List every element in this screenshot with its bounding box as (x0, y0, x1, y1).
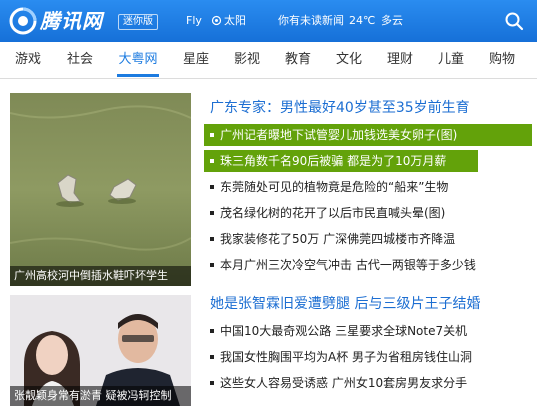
list-item[interactable]: 东莞随处可见的植物竟是危险的“船来”生物 (210, 176, 448, 198)
image-caption: 张靓颖身常有淤青 疑被冯轲控制 (10, 386, 191, 406)
section2-headline[interactable]: 她是张智霖旧爱遭劈腿 后与三级片王子结婚 (210, 293, 480, 313)
brand-title[interactable]: 腾讯网 (40, 7, 103, 35)
channel-nav: 游戏 社会 大粤网 星座 影视 教育 文化 理财 儿童 购物 (0, 42, 537, 79)
nav-item-dayue[interactable]: 大粤网 (114, 42, 162, 78)
bullet-icon (210, 236, 214, 241)
bullet-icon (210, 158, 214, 163)
bullet-icon (210, 262, 214, 267)
list-item[interactable]: 本月广州三次冷空气冲击 古代一两银等于多少钱 (210, 254, 476, 276)
nav-item-shopping[interactable]: 购物 (480, 42, 524, 78)
list-item[interactable]: 这些女人容易受诱惑 广州女10套房男友求分手 (210, 372, 467, 394)
nav-item-society[interactable]: 社会 (58, 42, 102, 78)
weather-label: 太阳 (224, 14, 246, 27)
nav-active-indicator (117, 74, 159, 77)
search-icon[interactable] (504, 11, 524, 31)
list-item-text: 我国女性胸围平均为A杯 男子为省租房钱住山洞 (220, 350, 473, 364)
list-item-text: 东莞随处可见的植物竟是危险的“船来”生物 (220, 180, 449, 194)
nav-item-games[interactable]: 游戏 (6, 42, 50, 78)
bullet-icon (210, 328, 214, 333)
nav-item-finance[interactable]: 理财 (378, 42, 422, 78)
weather-condition: 多云 (381, 14, 403, 27)
list-item-text: 本月广州三次冷空气冲击 古代一两银等于多少钱 (220, 258, 476, 272)
bullet-icon (210, 184, 214, 189)
list-item[interactable]: 我家装修花了50万 广深佛莞四城楼市齐降温 (210, 228, 455, 250)
news-image-river-boots[interactable]: 广州高校河中倒插水鞋吓坏学生 (10, 93, 191, 286)
list-item-text: 珠三角数千名90后被骗 都是为了10万月薪 (220, 154, 447, 168)
bullet-icon (210, 132, 214, 137)
list-item-text: 茂名绿化树的花开了以后市民直喊头晕(图) (220, 206, 446, 220)
bullet-icon (210, 380, 214, 385)
mini-version-badge: 迷你版 (118, 14, 158, 30)
list-item[interactable]: 中国10大最奇观公路 三星要求全球Note7关机 (210, 320, 467, 342)
nav-item-culture[interactable]: 文化 (327, 42, 371, 78)
nav-item-astrology[interactable]: 星座 (174, 42, 218, 78)
list-item-text: 中国10大最奇观公路 三星要求全球Note7关机 (220, 324, 468, 338)
temperature: 24℃ (349, 14, 376, 27)
nav-item-education[interactable]: 教育 (276, 42, 320, 78)
unread-news-link[interactable]: 你有未读新闻 (278, 13, 344, 29)
list-item[interactable]: 我国女性胸围平均为A杯 男子为省租房钱住山洞 (210, 346, 472, 368)
bullet-icon (210, 210, 214, 215)
river-photo (10, 93, 191, 286)
nav-item-kids[interactable]: 儿童 (429, 42, 473, 78)
qq-logo-icon[interactable] (8, 6, 38, 36)
image-caption: 广州高校河中倒插水鞋吓坏学生 (10, 266, 191, 286)
list-item-text: 广州记者曝地下试管婴儿加钱选美女卵子(图) (220, 128, 458, 142)
nav-item-movies[interactable]: 影视 (225, 42, 269, 78)
list-item[interactable]: 茂名绿化树的花开了以后市民直喊头晕(图) (210, 202, 445, 224)
news-image-celebrity[interactable]: 张靓颖身常有淤青 疑被冯轲控制 (10, 295, 191, 406)
list-item[interactable]: 珠三角数千名90后被骗 都是为了10万月薪 (210, 150, 446, 172)
list-item[interactable]: 广州记者曝地下试管婴儿加钱选美女卵子(图) (210, 124, 457, 146)
user-name[interactable]: Fly (186, 13, 202, 29)
bullet-icon (210, 354, 214, 359)
list-item-text: 这些女人容易受诱惑 广州女10套房男友求分手 (220, 376, 468, 390)
top-header: 腾讯网 迷你版 Fly 太阳 你有未读新闻 24℃ 多云 (0, 0, 537, 42)
sun-icon (211, 15, 222, 26)
list-item-text: 我家装修花了50万 广深佛莞四城楼市齐降温 (220, 232, 456, 246)
section1-headline[interactable]: 广东专家：男性最好40岁甚至35岁前生育 (210, 97, 470, 117)
